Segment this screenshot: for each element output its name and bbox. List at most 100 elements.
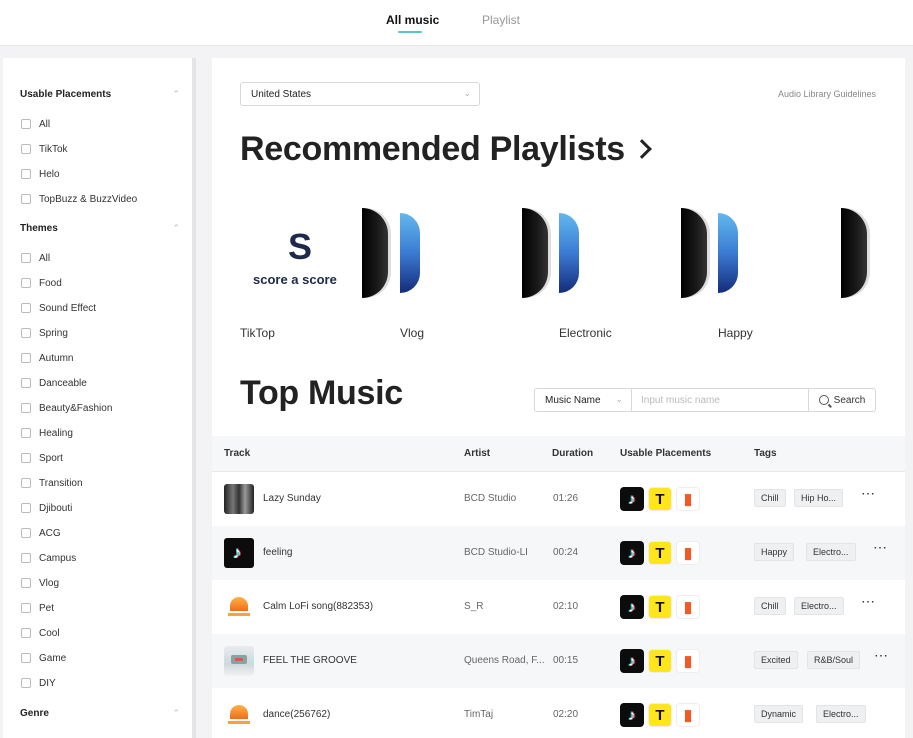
track-name[interactable]: Calm LoFi song(882353) [263,601,373,612]
checkbox[interactable] [21,628,31,638]
checkbox[interactable] [21,278,31,288]
checkbox[interactable] [21,453,31,463]
track-name[interactable]: feeling [263,547,292,558]
recommended-playlists-title[interactable]: Recommended Playlists [240,130,652,169]
filter-option[interactable]: Campus [21,551,76,565]
checkbox[interactable] [21,328,31,338]
search-input[interactable] [632,389,808,411]
filter-option[interactable]: Cool [21,626,60,640]
vinyl-disc [681,208,707,298]
tag[interactable]: Excited [754,651,798,669]
track-artist: BCD Studio [464,493,517,504]
tag[interactable]: Electro... [794,597,844,615]
checkbox[interactable] [21,144,31,154]
filter-option[interactable]: ACG [21,526,61,540]
checkbox[interactable] [21,428,31,438]
more-options-icon[interactable]: ⋯ [861,485,876,502]
filter-option[interactable]: Sport [21,451,63,465]
track-cover[interactable] [224,646,254,676]
checkbox[interactable] [21,253,31,263]
checkbox[interactable] [21,553,31,563]
playlist-cover[interactable] [559,213,579,293]
filter-option[interactable]: Djibouti [21,501,72,515]
more-options-icon[interactable]: ⋯ [861,593,876,610]
table-row[interactable]: Calm LoFi song(882353) S_R 02:10 ♪ T ▮ C… [212,580,905,634]
checkbox[interactable] [21,653,31,663]
table-row[interactable]: FEEL THE GROOVE Queens Road, F... 00:15 … [212,634,905,688]
chevron-up-icon[interactable]: ⌃ [172,708,180,719]
checkbox[interactable] [21,353,31,363]
track-cover[interactable] [224,484,254,514]
playlist-cover[interactable] [400,213,420,293]
tag[interactable]: Chill [754,489,786,507]
tag[interactable]: Chill [754,597,786,615]
tag[interactable]: Dynamic [754,705,804,723]
chevron-up-icon[interactable]: ⌃ [172,89,180,100]
track-name[interactable]: dance(256762) [263,709,330,720]
genre-header[interactable]: Genre ⌃ [20,708,180,719]
tag[interactable]: Electro... [806,543,856,561]
playlist-label[interactable]: Vlog [400,326,424,340]
checkbox[interactable] [21,503,31,513]
checkbox[interactable] [21,194,31,204]
filter-option[interactable]: All [21,251,50,265]
checkbox[interactable] [21,119,31,129]
playlist-cover[interactable]: S score a score [240,208,362,298]
filter-option[interactable]: Spring [21,326,68,340]
checkbox[interactable] [21,528,31,538]
country-select[interactable]: United States ⌄ [240,82,480,106]
tag[interactable]: Electro... [816,705,866,723]
more-options-icon[interactable]: ⋯ [874,647,889,664]
playlist-cover[interactable] [718,213,738,293]
tag[interactable]: Hip Ho... [794,489,844,507]
filter-option[interactable]: DIY [21,676,56,690]
col-tags: Tags [754,448,777,459]
search-button[interactable]: Search [808,389,875,411]
track-cover[interactable] [224,700,254,730]
playlist-label[interactable]: TikTop [240,326,275,340]
table-row[interactable]: Lazy Sunday BCD Studio 01:26 ♪ T ▮ Chill… [212,472,905,526]
playlist-label[interactable]: Happy [718,326,753,340]
chevron-up-icon[interactable]: ⌃ [172,223,180,234]
filter-option[interactable]: Sound Effect [21,301,96,315]
table-row[interactable]: ♪ feeling BCD Studio-LI 00:24 ♪ T ▮ Happ… [212,526,905,580]
filter-option[interactable]: TikTok [21,142,68,156]
track-cover[interactable] [224,592,254,622]
tab-playlist[interactable]: Playlist [482,13,520,27]
checkbox[interactable] [21,303,31,313]
table-row[interactable]: dance(256762) TimTaj 02:20 ♪ T ▮ Dynamic… [212,688,905,738]
filter-option[interactable]: TopBuzz & BuzzVideo [21,192,137,206]
track-name[interactable]: FEEL THE GROOVE [263,655,357,666]
filter-option[interactable]: All [21,117,50,131]
playlist-label[interactable]: Electronic [559,326,612,340]
checkbox[interactable] [21,403,31,413]
track-cover[interactable]: ♪ [224,538,254,568]
track-name[interactable]: Lazy Sunday [263,493,321,504]
tag[interactable]: Happy [754,543,795,561]
music-search: Music Name ⌄ Search [534,388,876,412]
checkbox[interactable] [21,603,31,613]
checkbox[interactable] [21,578,31,588]
filter-option[interactable]: Transition [21,476,83,490]
tag[interactable]: R&B/Soul [807,651,861,669]
checkbox[interactable] [21,378,31,388]
themes-header[interactable]: Themes ⌃ [20,223,180,234]
usable-placements-header[interactable]: Usable Placements ⌃ [20,89,180,100]
filter-option[interactable]: Beauty&Fashion [21,401,112,415]
search-type-select[interactable]: Music Name ⌄ [535,389,632,411]
filter-option[interactable]: Helo [21,167,60,181]
filter-option[interactable]: Autumn [21,351,73,365]
track-duration: 02:20 [553,709,579,720]
more-options-icon[interactable]: ⋯ [873,539,888,556]
filter-option[interactable]: Pet [21,601,54,615]
filter-option[interactable]: Food [21,276,62,290]
filter-option[interactable]: Game [21,651,66,665]
checkbox[interactable] [21,169,31,179]
filter-option[interactable]: Vlog [21,576,59,590]
filter-option[interactable]: Danceable [21,376,87,390]
audio-library-guidelines-link[interactable]: Audio Library Guidelines [778,89,876,99]
tab-all-music[interactable]: All music [386,13,439,27]
filter-option[interactable]: Healing [21,426,73,440]
checkbox[interactable] [21,478,31,488]
checkbox[interactable] [21,678,31,688]
